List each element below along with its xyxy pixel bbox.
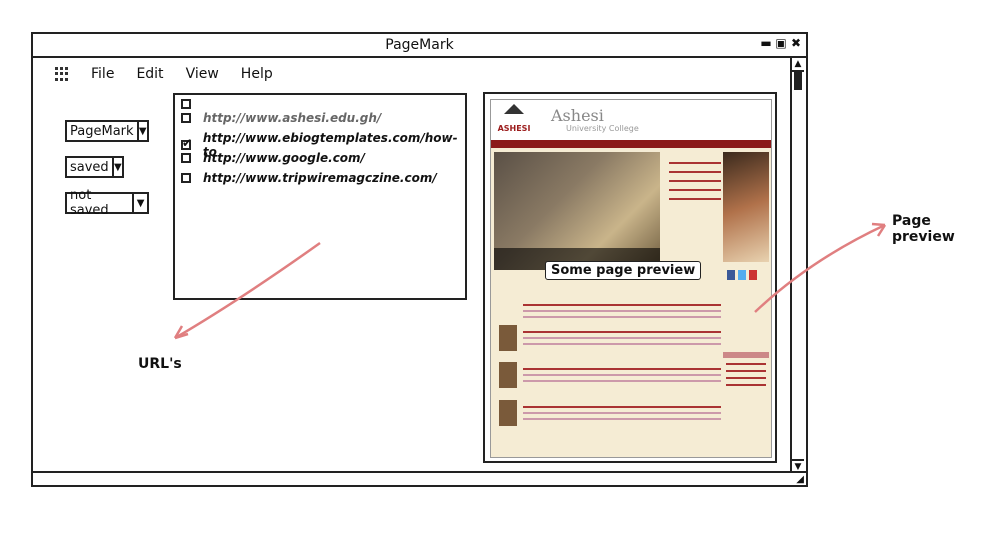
dropdown-label: saved — [70, 159, 109, 175]
resize-grip-icon[interactable]: ◢ — [796, 474, 804, 485]
status-bar: ◢ — [33, 471, 806, 485]
preview-annotation: Page preview — [892, 213, 955, 245]
menu-view[interactable]: View — [186, 66, 219, 82]
maximize-icon[interactable]: ▣ — [775, 36, 787, 50]
checkbox[interactable] — [181, 153, 191, 163]
close-icon[interactable]: ✖ — [790, 36, 802, 50]
menu-help[interactable]: Help — [241, 66, 273, 82]
hero-image — [494, 152, 660, 270]
news-item — [499, 325, 721, 361]
checkbox-checked[interactable] — [181, 136, 192, 150]
news-item — [499, 362, 721, 398]
site-header: ASHESI Ashesi University College — [491, 100, 771, 140]
chevron-down-icon: ▼ — [136, 122, 147, 140]
preview-tooltip: Some page preview — [545, 261, 702, 280]
saved-dropdown[interactable]: saved ▼ — [65, 156, 124, 178]
title-bar: PageMark ▬ ▣ ✖ — [33, 34, 806, 58]
news-item — [499, 400, 721, 436]
social-icons — [727, 270, 757, 280]
url-item[interactable]: http://www.ashesi.edu.gh/ — [181, 111, 381, 125]
checkbox[interactable] — [181, 99, 191, 109]
scroll-up-icon[interactable]: ▲ — [792, 58, 804, 72]
side-photo — [723, 152, 769, 262]
pagemark-dropdown[interactable]: PageMark ▼ — [65, 120, 149, 142]
menu-file[interactable]: File — [91, 66, 114, 82]
dropdown-label: not saved — [70, 188, 109, 218]
app-window: PageMark ▬ ▣ ✖ File Edit View Help PageM… — [31, 32, 808, 487]
urls-annotation: URL's — [138, 356, 182, 372]
url-item[interactable]: http://www.tripwiremagczine.com/ — [181, 171, 437, 185]
checkbox[interactable] — [181, 113, 191, 123]
url-text[interactable]: http://www.google.com/ — [203, 151, 365, 165]
menu-edit[interactable]: Edit — [136, 66, 163, 82]
vertical-scrollbar[interactable]: ▲ ▼ — [790, 58, 806, 473]
url-list: http://www.ashesi.edu.gh/ http://www.ebi… — [173, 93, 467, 300]
url-item[interactable]: http://www.google.com/ — [181, 151, 365, 165]
dropdown-label: PageMark — [70, 123, 134, 139]
site-logo: ASHESI — [495, 104, 533, 136]
window-controls: ▬ ▣ ✖ — [760, 36, 802, 50]
site-navbar — [491, 140, 771, 148]
app-grid-icon[interactable] — [55, 67, 69, 81]
url-text[interactable]: http://www.ashesi.edu.gh/ — [203, 111, 381, 125]
window-title: PageMark — [385, 37, 454, 53]
menu-bar: File Edit View Help — [55, 66, 273, 82]
site-subtitle: University College — [566, 124, 639, 133]
side-links — [669, 155, 721, 207]
chevron-down-icon: ▼ — [132, 194, 147, 212]
checkbox[interactable] — [181, 173, 191, 183]
minimize-icon[interactable]: ▬ — [760, 36, 772, 50]
url-text[interactable]: http://www.tripwiremagczine.com/ — [203, 171, 437, 185]
not-saved-dropdown[interactable]: not saved ▼ — [65, 188, 149, 218]
chevron-down-icon: ▼ — [111, 158, 122, 176]
site-name: Ashesi — [551, 106, 604, 125]
side-box — [723, 352, 769, 442]
scroll-thumb[interactable] — [794, 72, 802, 90]
